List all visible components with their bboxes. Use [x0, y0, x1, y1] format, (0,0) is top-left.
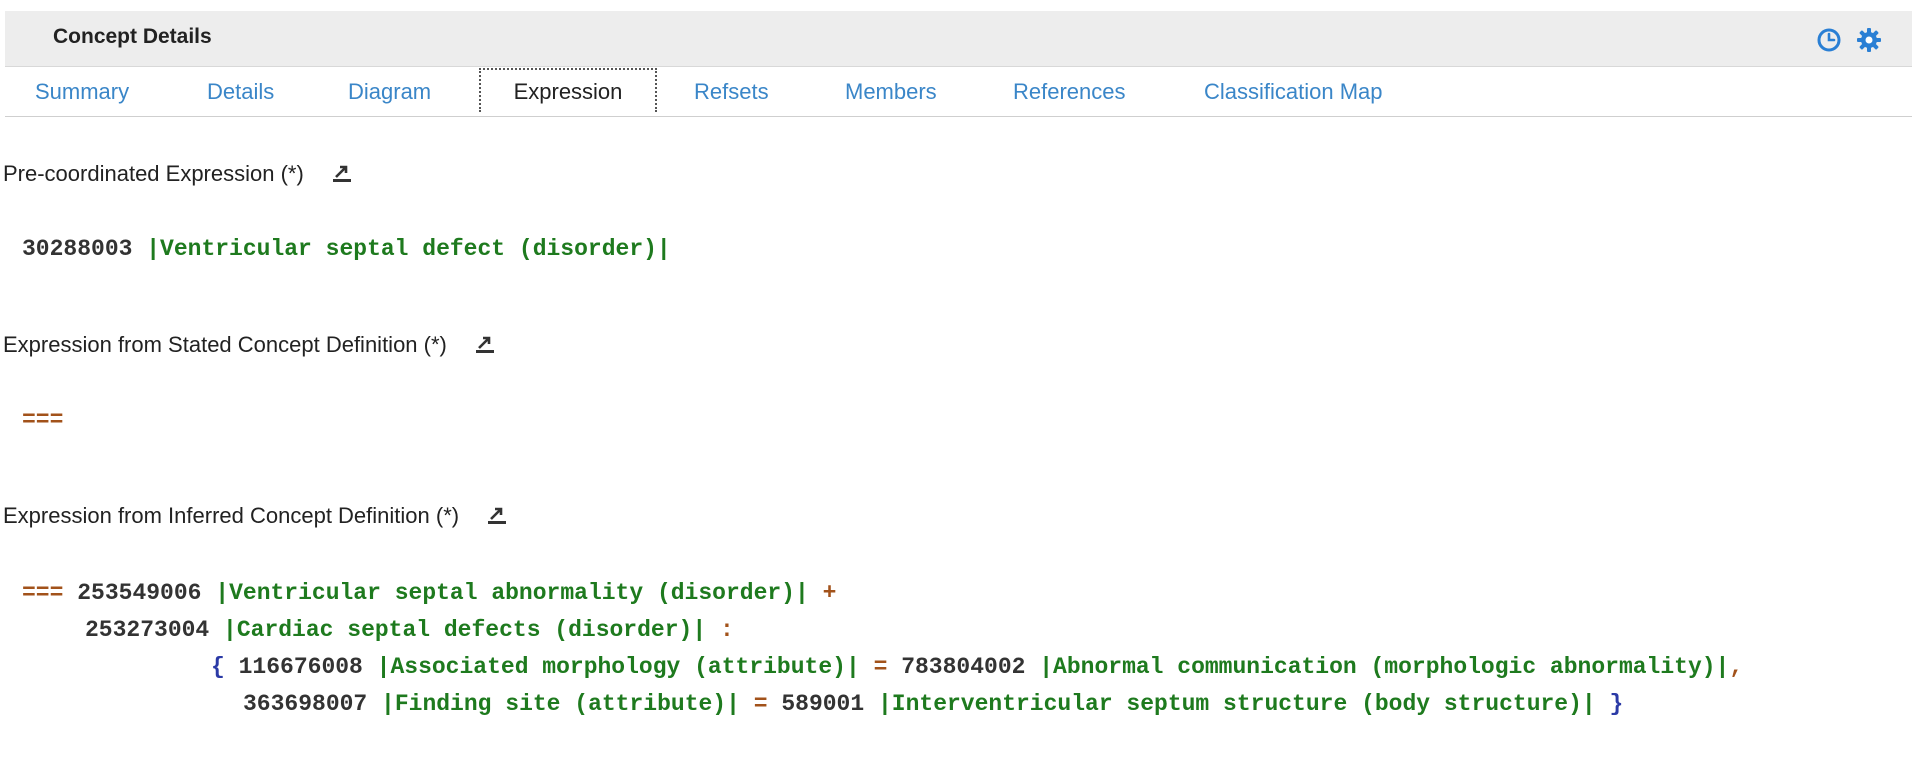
precoordinated-expression-label: Pre-coordinated Expression (*)	[3, 161, 304, 186]
tab-details[interactable]: Details	[207, 79, 274, 105]
attribute-id: 116676008	[238, 654, 363, 680]
stated-expression: ===	[22, 407, 63, 433]
tab-members[interactable]: Members	[845, 79, 937, 105]
gear-icon[interactable]	[1856, 27, 1882, 53]
group-open-brace: {	[211, 654, 225, 680]
equals-operator: =	[753, 691, 768, 717]
value-term: |Abnormal communication (morphologic abn…	[1039, 654, 1730, 680]
tab-diagram[interactable]: Diagram	[348, 79, 431, 105]
export-icon[interactable]	[475, 334, 495, 354]
parent-concept-id: 253273004	[85, 617, 210, 643]
tab-expression[interactable]: Expression	[479, 68, 657, 112]
inferred-expression-heading: Expression from Inferred Concept Definit…	[3, 503, 507, 529]
tab-classification-map[interactable]: Classification Map	[1204, 79, 1383, 105]
tab-summary[interactable]: Summary	[35, 79, 129, 105]
group-close-brace: }	[1609, 691, 1624, 717]
conjunction-operator: +	[822, 580, 837, 606]
parent-concept-id: 253549006	[77, 580, 202, 606]
inferred-line-3: { 116676008 |Associated morphology (attr…	[211, 654, 1743, 680]
stated-expression-heading: Expression from Stated Concept Definitio…	[3, 332, 495, 358]
separator: ,	[1729, 654, 1744, 680]
parent-concept-term: |Cardiac septal defects (disorder)|	[223, 617, 707, 643]
precoordinated-expression-heading: Pre-coordinated Expression (*)	[3, 161, 352, 187]
value-term: |Interventricular septum structure (body…	[877, 691, 1596, 717]
inferred-expression-label: Expression from Inferred Concept Definit…	[3, 503, 460, 528]
stated-expression-label: Expression from Stated Concept Definitio…	[3, 332, 447, 357]
parent-concept-term: |Ventricular septal abnormality (disorde…	[215, 580, 809, 606]
equivalence-operator: ===	[22, 580, 64, 606]
export-icon[interactable]	[332, 163, 352, 183]
attribute-id: 363698007	[243, 691, 368, 717]
panel-header: Concept Details	[5, 11, 1912, 67]
equals-operator: =	[873, 654, 888, 680]
clock-icon[interactable]	[1816, 27, 1842, 53]
header-icons	[1816, 27, 1882, 53]
inferred-line-4: 363698007 |Finding site (attribute)| = 5…	[243, 691, 1623, 717]
attribute-term: |Finding site (attribute)|	[381, 691, 740, 717]
equivalence-operator: ===	[22, 407, 64, 433]
attribute-term: |Associated morphology (attribute)|	[376, 654, 860, 680]
value-id: 589001	[781, 691, 865, 717]
panel-title: Concept Details	[53, 25, 212, 48]
export-icon[interactable]	[487, 505, 507, 525]
concept-term: |Ventricular septal defect (disorder)|	[146, 236, 671, 262]
precoordinated-expression: 30288003 |Ventricular septal defect (dis…	[22, 236, 671, 262]
tab-bar: Summary Details Diagram Expression Refse…	[5, 67, 1912, 117]
inferred-line-2: 253273004 |Cardiac septal defects (disor…	[85, 617, 734, 643]
concept-id: 30288003	[22, 236, 133, 262]
inferred-line-1: === 253549006 |Ventricular septal abnorm…	[22, 580, 836, 606]
value-id: 783804002	[901, 654, 1026, 680]
refinement-operator: :	[719, 617, 734, 643]
tab-refsets[interactable]: Refsets	[694, 79, 769, 105]
tab-references[interactable]: References	[1013, 79, 1126, 105]
